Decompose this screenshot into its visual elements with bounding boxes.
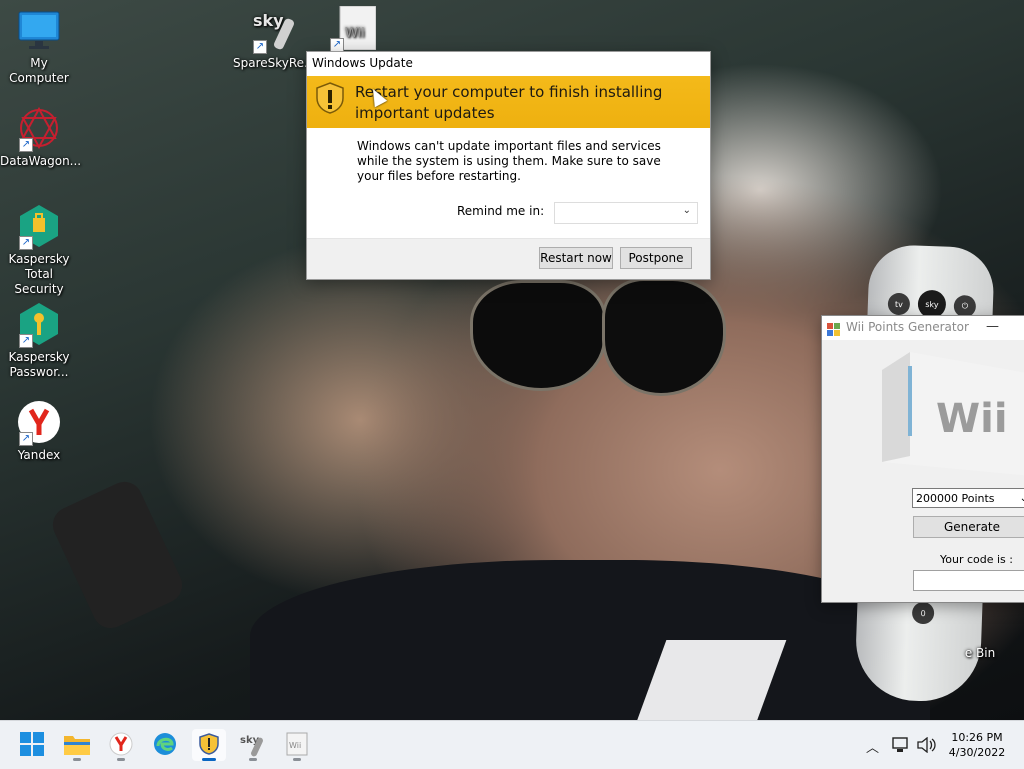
desktop-icon-yandex[interactable]: ↗ Yandex (0, 400, 78, 463)
desktop-icon-label: My Computer (9, 56, 69, 85)
windows-start-icon (20, 731, 44, 759)
shortcut-arrow-icon: ↗ (19, 236, 33, 250)
taskbar-wii-generator[interactable]: Wii (280, 729, 314, 761)
wallpaper-sunglasses-right (602, 278, 726, 396)
windows-update-dialog: Windows Update Restart your computer to … (306, 51, 711, 280)
kaspersky-shield-icon: ↗ (17, 204, 61, 250)
taskbar-sky-remote[interactable]: sky (236, 729, 270, 761)
minimize-icon[interactable]: — (986, 315, 999, 338)
warning-banner: Restart your computer to finish installi… (307, 76, 710, 128)
wii-points-generator-window: Wii Points Generator — Wii 200000 Points… (821, 315, 1024, 603)
shield-warning-icon (199, 732, 219, 758)
datawagon-icon: ↗ (17, 106, 61, 152)
remote-zero-button: 0 (911, 601, 935, 625)
points-amount-dropdown[interactable]: 200000 Points ⌄ (912, 488, 1024, 508)
shield-warning-icon (315, 82, 345, 117)
remote-tv-button: tv (887, 292, 911, 316)
wii-icon: Wii ↗ (328, 5, 377, 52)
desktop-icon-label: SpareSkyRe... (233, 56, 316, 70)
desktop-icon-kaspersky-total-security[interactable]: ↗ Kaspersky Total Security (0, 204, 78, 297)
desktop-icon-my-computer[interactable]: My Computer (0, 8, 78, 86)
points-selected-value: 200000 Points (916, 492, 995, 505)
code-label: Your code is : (940, 553, 1013, 566)
chevron-down-icon: ⌄ (682, 205, 691, 216)
taskbar: sky Wii ︿ 10:26 PM 4/30/2022 (0, 720, 1024, 769)
folder-icon (64, 733, 90, 758)
taskbar-windows-update[interactable] (192, 729, 226, 761)
wallpaper-sunglasses-left (470, 280, 606, 391)
wii-logo-text: Wii (936, 396, 1008, 442)
kaspersky-key-icon: ↗ (17, 302, 61, 348)
app-icon (827, 321, 840, 336)
dialog-title: Windows Update (312, 56, 413, 70)
svg-text:Wii: Wii (345, 26, 365, 41)
edge-icon (153, 732, 177, 759)
taskbar-yandex[interactable] (104, 729, 138, 761)
taskbar-edge[interactable] (148, 729, 182, 761)
desktop-icon-label: Yandex (17, 448, 61, 462)
svg-text:sky: sky (253, 11, 284, 30)
postpone-button[interactable]: Postpone (620, 247, 692, 269)
desktop-icon-recycle-bin[interactable]: e Bin (950, 646, 1010, 661)
desktop-icon-label: e Bin (964, 646, 996, 660)
remind-me-dropdown[interactable]: ⌄ (554, 202, 698, 224)
system-clock[interactable]: 10:26 PM 4/30/2022 (942, 730, 1012, 760)
shortcut-arrow-icon: ↗ (19, 432, 33, 446)
sky-remote-icon: sky (240, 731, 266, 760)
desktop-icon-spare-sky-remote[interactable]: sky ↗ SpareSkyRe... (233, 8, 316, 71)
dialog-footer: Restart now Postpone (307, 238, 710, 279)
volume-icon[interactable] (917, 736, 937, 757)
wii-icon: Wii (285, 732, 309, 759)
yandex-icon (109, 732, 133, 759)
wii-console-image: Wii (882, 352, 1024, 476)
svg-text:Wii: Wii (289, 741, 301, 750)
desktop-icon-wii[interactable]: Wii ↗ (313, 5, 387, 54)
shortcut-arrow-icon: ↗ (19, 138, 33, 152)
remind-label: Remind me in: (457, 204, 545, 218)
dialog-heading: Restart your computer to finish installi… (355, 83, 663, 122)
code-output-field[interactable] (913, 570, 1024, 591)
window-titlebar[interactable]: Wii Points Generator — (822, 316, 1024, 340)
generate-button[interactable]: Generate (913, 516, 1024, 538)
desktop-icon-label: Kaspersky Passwor... (8, 350, 70, 379)
running-indicator (293, 758, 301, 761)
clock-time: 10:26 PM (951, 731, 1003, 744)
active-indicator (202, 758, 216, 761)
running-indicator (117, 758, 125, 761)
desktop-icon-kaspersky-password[interactable]: ↗ Kaspersky Passwor... (0, 302, 78, 380)
chevron-down-icon: ⌄ (1019, 493, 1024, 504)
desktop-icon-label: Kaspersky Total Security (8, 252, 70, 296)
sky-remote-icon: sky ↗ (251, 8, 295, 54)
desktop-icon-label: DataWagon... (0, 154, 82, 168)
network-icon[interactable] (892, 737, 910, 757)
shortcut-arrow-icon: ↗ (253, 40, 267, 54)
shortcut-arrow-icon: ↗ (330, 38, 344, 52)
clock-date: 4/30/2022 (948, 746, 1006, 759)
desktop-icon-datawagon[interactable]: ↗ DataWagon... (0, 106, 82, 169)
chevron-up-icon[interactable]: ︿ (866, 737, 879, 756)
shortcut-arrow-icon: ↗ (19, 334, 33, 348)
dialog-message: Windows can't update important files and… (357, 139, 661, 183)
running-indicator (73, 758, 81, 761)
window-title: Wii Points Generator (846, 320, 969, 334)
monitor-icon (17, 8, 61, 52)
restart-now-button[interactable]: Restart now (539, 247, 613, 269)
taskbar-file-explorer[interactable] (60, 729, 94, 761)
wallpaper-watch (46, 476, 189, 634)
running-indicator (249, 758, 257, 761)
start-button[interactable] (15, 729, 49, 761)
yandex-icon: ↗ (17, 400, 61, 446)
